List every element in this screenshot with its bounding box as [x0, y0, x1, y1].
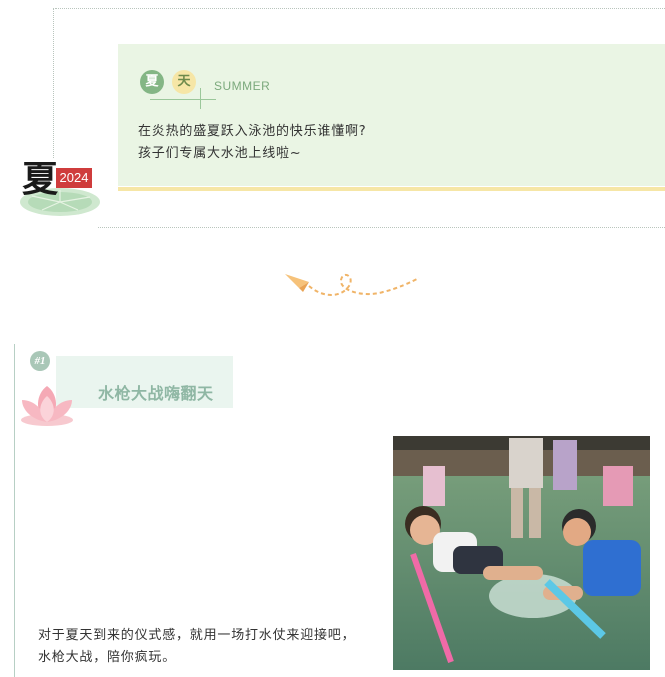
- intro-line-1: 在炎热的盛夏跃入泳池的快乐谁懂啊?: [138, 124, 367, 139]
- section-paragraph: 对于夏天到来的仪式感，就用一场打水仗来迎接吧，水枪大战，陪你疯玩。: [38, 628, 356, 665]
- left-dotted-border: [53, 8, 54, 158]
- tag-decor-line: [150, 99, 216, 100]
- lotus-flower-icon: [21, 386, 73, 426]
- top-dotted-border: [55, 8, 665, 9]
- summer-character: 夏: [22, 158, 59, 200]
- bottom-dotted-border: [98, 227, 665, 228]
- kids-water-gun-photo: [393, 436, 650, 670]
- intro-card-underline: [118, 187, 665, 191]
- section-title: 水枪大战嗨翻天: [98, 384, 214, 403]
- summer-label: SUMMER: [214, 79, 271, 93]
- tag-decor-tick: [200, 88, 201, 109]
- tag-xia-circle: 夏: [140, 70, 164, 94]
- intro-text: 在炎热的盛夏跃入泳池的快乐谁懂啊? 孩子们专属大水池上线啦~: [138, 121, 367, 165]
- intro-line-2: 孩子们专属大水池上线啦~: [138, 146, 302, 161]
- year-badge: 2024: [56, 168, 92, 188]
- section-side-rule: [14, 344, 15, 677]
- tag-tian-circle: 天: [172, 70, 196, 94]
- section-number-badge: #1: [30, 351, 50, 371]
- paper-plane-icon: [285, 273, 420, 296]
